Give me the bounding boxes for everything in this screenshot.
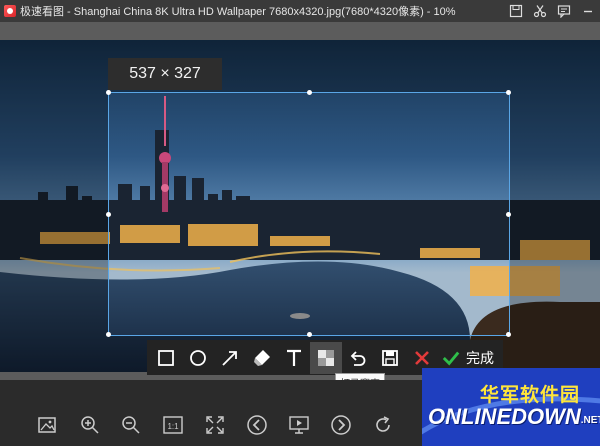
resize-handle-top-right[interactable] [506, 90, 511, 95]
title-bar: 极速看图 - Shanghai China 8K Ultra HD Wallpa… [0, 0, 600, 22]
selection-size-label: 537 × 327 [108, 58, 222, 90]
done-label: 完成 [466, 349, 494, 366]
previous-icon[interactable] [244, 412, 270, 438]
image-icon[interactable] [34, 412, 60, 438]
resize-handle-bottom-left[interactable] [106, 332, 111, 337]
next-icon[interactable] [328, 412, 354, 438]
resize-handle-right[interactable] [506, 212, 511, 217]
actual-size-label: 1:1 [167, 422, 179, 431]
rectangle-icon[interactable] [150, 342, 182, 374]
watermark-logo-text: ONLINEDOWN [428, 404, 581, 429]
mosaic-icon[interactable] [310, 341, 342, 374]
resize-handle-left[interactable] [106, 212, 111, 217]
actual-size-icon[interactable]: 1:1 [160, 412, 186, 438]
ellipse-icon[interactable] [182, 342, 214, 374]
check-icon [442, 351, 460, 366]
resize-handle-top[interactable] [307, 90, 312, 95]
selection-box[interactable] [106, 90, 511, 337]
save-icon[interactable] [374, 342, 406, 374]
rotate-icon[interactable] [370, 412, 396, 438]
text-icon[interactable] [278, 342, 310, 374]
watermark-logo: ONLINEDOWN.NET [428, 404, 600, 430]
resize-handle-bottom-right[interactable] [506, 332, 511, 337]
minimize-icon[interactable] [576, 0, 600, 22]
watermark-suffix: .NET [580, 415, 600, 426]
app-logo-icon [4, 5, 16, 17]
image-viewer[interactable] [0, 22, 600, 380]
onlinedown-watermark: 华军软件园 ONLINEDOWN.NET [422, 368, 600, 446]
undo-icon[interactable] [342, 342, 374, 374]
brush-icon[interactable] [246, 342, 278, 374]
zoom-in-icon[interactable] [77, 412, 103, 438]
comment-icon[interactable] [552, 0, 576, 22]
fit-window-icon[interactable] [202, 412, 228, 438]
resize-handle-top-left[interactable] [106, 90, 111, 95]
resize-handle-bottom[interactable] [307, 332, 312, 337]
crop-icon[interactable] [528, 0, 552, 22]
titlebar-actions [504, 0, 600, 22]
watermark-title: 华军软件园 [480, 385, 581, 406]
slideshow-icon[interactable] [286, 412, 312, 438]
save-icon[interactable] [504, 0, 528, 22]
arrow-icon[interactable] [214, 342, 246, 374]
zoom-out-icon[interactable] [118, 412, 144, 438]
window-title: 极速看图 - Shanghai China 8K Ultra HD Wallpa… [20, 6, 456, 18]
